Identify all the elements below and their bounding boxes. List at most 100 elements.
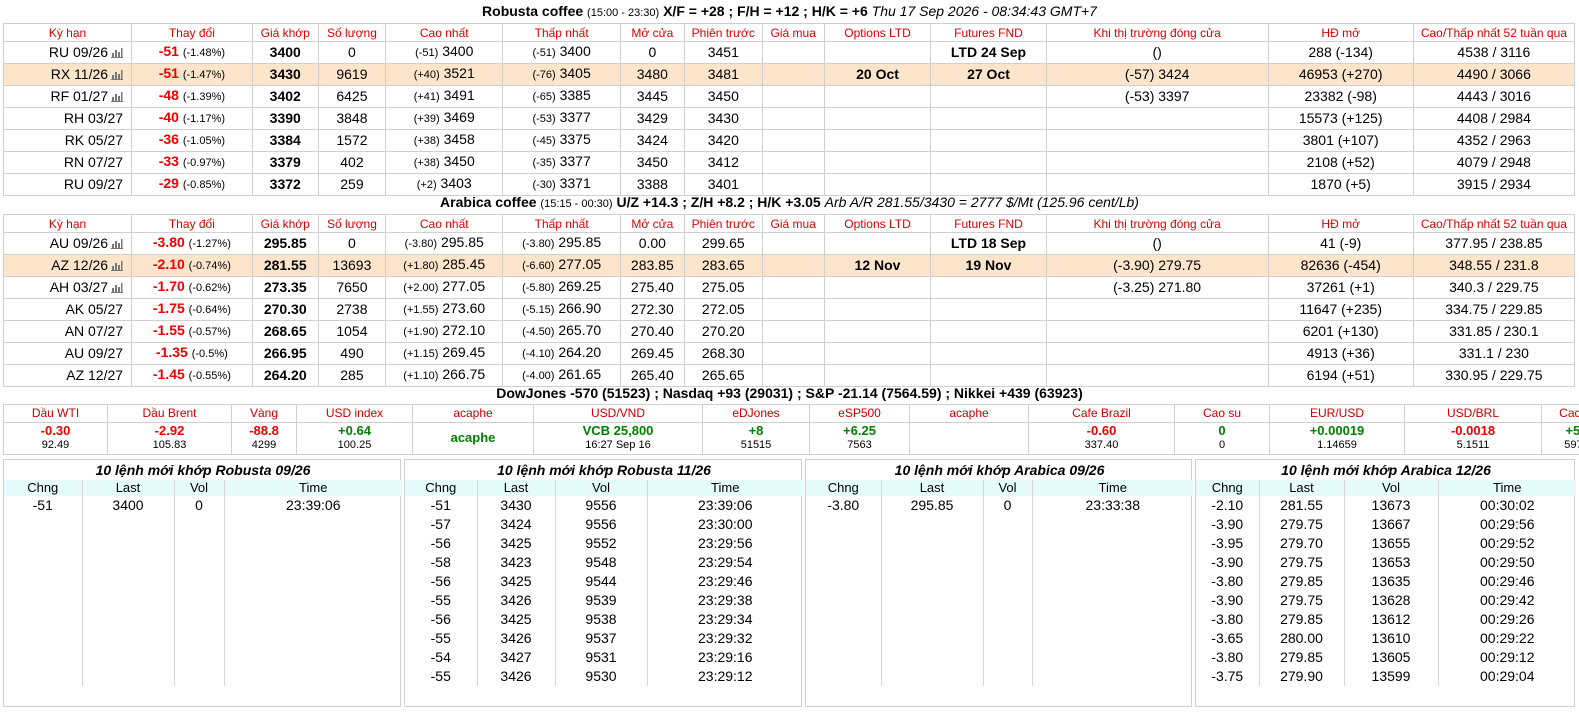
contract-symbol[interactable]: AU 09/26 xyxy=(50,235,108,251)
trade-cell-empty xyxy=(174,534,225,553)
contract-cell[interactable]: AH 03/27 xyxy=(2,276,133,299)
contract-symbol[interactable]: AK 05/27 xyxy=(65,301,123,317)
arabica-row[interactable]: AZ 12/26 -2.10 (-0.74%) 281.55 13693 (+1.80)… xyxy=(2,254,1576,277)
market-cell[interactable]: acaphe xyxy=(412,422,534,455)
robusta-header-11: Khi thị trường đóng cửa xyxy=(1045,23,1269,42)
bar-chart-icon[interactable] xyxy=(111,91,124,102)
contract-symbol[interactable]: AN 07/27 xyxy=(65,323,123,339)
contract-cell[interactable]: AU 09/26 xyxy=(2,232,133,255)
contract-symbol[interactable]: RU 09/26 xyxy=(49,44,108,60)
market-cell[interactable]: +565979 xyxy=(1541,422,1579,455)
contract-cell[interactable]: AU 09/27 xyxy=(2,342,133,365)
change-percent: (-1.47%) xyxy=(182,69,226,81)
contract-symbol[interactable]: AU 09/27 xyxy=(65,345,123,361)
arabica-row[interactable]: AN 07/27 -1.55 (-0.57%) 268.65 1054 (+1.90) … xyxy=(2,320,1576,343)
market-cell[interactable]: -0.60 337.40 xyxy=(1028,422,1175,455)
trade-row: -3.80 279.85 13635 00:29:46 xyxy=(1196,572,1576,591)
bid-price xyxy=(761,254,825,277)
trades-title-row: 10 lệnh mới khớp Robusta 09/26 xyxy=(4,460,402,480)
trade-cell: 13610 xyxy=(1344,629,1439,648)
change-percent: (-0.74%) xyxy=(188,260,231,272)
contract-cell[interactable]: RN 07/27 xyxy=(2,151,133,174)
arabica-row[interactable]: AK 05/27 -1.75 (-0.64%) 270.30 2738 (+1.55) … xyxy=(2,298,1576,321)
bar-chart-icon[interactable] xyxy=(111,69,124,80)
robusta-row[interactable]: RX 11/26 -51 (-1.47%) 3430 9619 (+40) 3521 (-… xyxy=(2,63,1576,86)
robusta-row[interactable]: RH 03/27 -40 (-1.17%) 3390 3848 (+39) 3469 (-… xyxy=(2,107,1576,130)
trade-cell: 23:29:32 xyxy=(698,630,753,646)
trade-cell: -55 xyxy=(405,667,478,686)
contract-cell[interactable]: AK 05/27 xyxy=(2,298,133,321)
contract-cell[interactable]: RK 05/27 xyxy=(2,129,133,152)
market-cell[interactable]: +6.25 7563 xyxy=(809,422,910,455)
arabica-header-0: Kỳ hạn xyxy=(2,214,133,233)
low-cell: (-4.10) 264.20 xyxy=(502,342,621,365)
high-value: 273.60 xyxy=(442,300,486,316)
trade-cell-empty xyxy=(1032,648,1193,667)
market-cell[interactable]: +0.00019 1.14659 xyxy=(1269,422,1405,455)
futures-fnd: 27 Oct xyxy=(930,63,1047,86)
contract-symbol[interactable]: RX 11/26 xyxy=(51,66,108,82)
contract-cell[interactable]: RF 01/27 xyxy=(2,85,133,108)
open-interest: 23382 (-98) xyxy=(1267,85,1414,108)
robusta-row[interactable]: RK 05/27 -36 (-1.05%) 3384 1572 (+38) 3458 (-… xyxy=(2,129,1576,152)
market-cell[interactable]: +8 51515 xyxy=(702,422,810,455)
options-ltd xyxy=(823,85,932,108)
close-value: 279.75 xyxy=(1158,257,1202,273)
open-interest: 4913 (+36) xyxy=(1267,342,1414,365)
contract-cell[interactable]: RU 09/26 xyxy=(2,41,133,64)
contract-symbol[interactable]: RH 03/27 xyxy=(64,110,123,126)
trade-cell-empty xyxy=(806,515,882,534)
contract-symbol[interactable]: AZ 12/27 xyxy=(66,367,123,383)
contract-cell[interactable]: RH 03/27 xyxy=(2,107,133,130)
market-cell[interactable]: 00 xyxy=(1174,422,1270,455)
market-cell[interactable] xyxy=(909,422,1029,455)
last-price: 273.35 xyxy=(251,276,319,299)
arabica-row[interactable]: AU 09/27 -1.35 (-0.5%) 266.95 490 (+1.15) 26… xyxy=(2,342,1576,365)
robusta-row[interactable]: RU 09/26 -51 (-1.48%) 3400 0 (-51) 3400 (-51)… xyxy=(2,41,1576,64)
change-value: -33 xyxy=(158,153,179,169)
arabica-header-1: Thay đổi xyxy=(131,214,253,233)
market-change: -0.60 xyxy=(1086,423,1117,438)
trade-cell: 00:29:50 xyxy=(1480,554,1535,570)
contract-cell[interactable]: AZ 12/26 xyxy=(2,254,133,277)
change-cell: -2.10 (-0.74%) xyxy=(131,254,253,277)
arabica-row[interactable]: AH 03/27 -1.70 (-0.62%) 273.35 7650 (+2.00) … xyxy=(2,276,1576,299)
contract-symbol[interactable]: AH 03/27 xyxy=(50,279,108,295)
contract-cell[interactable]: AN 07/27 xyxy=(2,320,133,343)
bar-chart-icon[interactable] xyxy=(111,260,124,271)
contract-cell[interactable]: RX 11/26 xyxy=(2,63,133,86)
market-cell[interactable]: -2.92 105.83 xyxy=(107,422,232,455)
market-cell[interactable]: -0.30 92.49 xyxy=(3,422,108,455)
trade-cell: 3426 xyxy=(477,667,556,686)
options-ltd xyxy=(823,320,932,343)
robusta-title: Robusta coffee xyxy=(482,3,584,19)
market-change: +0.00019 xyxy=(1309,423,1365,438)
change-value: -1.55 xyxy=(152,322,185,338)
bar-chart-icon[interactable] xyxy=(111,238,124,249)
market-cell[interactable]: -0.0018 5.1511 xyxy=(1404,422,1542,455)
bar-chart-icon[interactable] xyxy=(111,282,124,293)
bid-price xyxy=(761,342,825,365)
bar-chart-icon[interactable] xyxy=(111,47,124,58)
close-cell xyxy=(1045,298,1269,321)
contract-symbol[interactable]: RK 05/27 xyxy=(65,132,123,148)
contract-symbol[interactable]: AZ 12/26 xyxy=(51,257,108,273)
contract-symbol[interactable]: RF 01/27 xyxy=(50,88,108,104)
market-cell[interactable]: +0.64 100.25 xyxy=(296,422,413,455)
change-cell: -1.75 (-0.64%) xyxy=(131,298,253,321)
trade-cell: 0 xyxy=(983,496,1033,515)
trade-cell: -3.65 xyxy=(1196,629,1260,648)
robusta-row[interactable]: RF 01/27 -48 (-1.39%) 3402 6425 (+41) 3491 (-… xyxy=(2,85,1576,108)
robusta-row[interactable]: RN 07/27 -33 (-0.97%) 3379 402 (+38) 3450 (-3… xyxy=(2,151,1576,174)
market-cell[interactable]: VCB 25,800 16:27 Sep 16 xyxy=(533,422,703,455)
robusta-title-bar: Robusta coffee (15:00 - 23:30) X/F = +28… xyxy=(0,0,1579,22)
arabica-row[interactable]: AU 09/26 -3.80 (-1.27%) 295.85 0 (-3.80) 295… xyxy=(2,232,1576,255)
contract-symbol[interactable]: RN 07/27 xyxy=(64,154,123,170)
contract-symbol[interactable]: RU 09/27 xyxy=(64,176,123,192)
market-cell[interactable]: -88.8 4299 xyxy=(231,422,297,455)
trade-row: -55 3426 9537 23:29:32 xyxy=(405,629,803,648)
trade-cell-empty xyxy=(881,591,984,610)
trade-cell-empty xyxy=(806,648,882,667)
trade-cell-empty xyxy=(4,553,83,572)
high-low-52w: 331.85 / 230.1 xyxy=(1412,320,1576,343)
